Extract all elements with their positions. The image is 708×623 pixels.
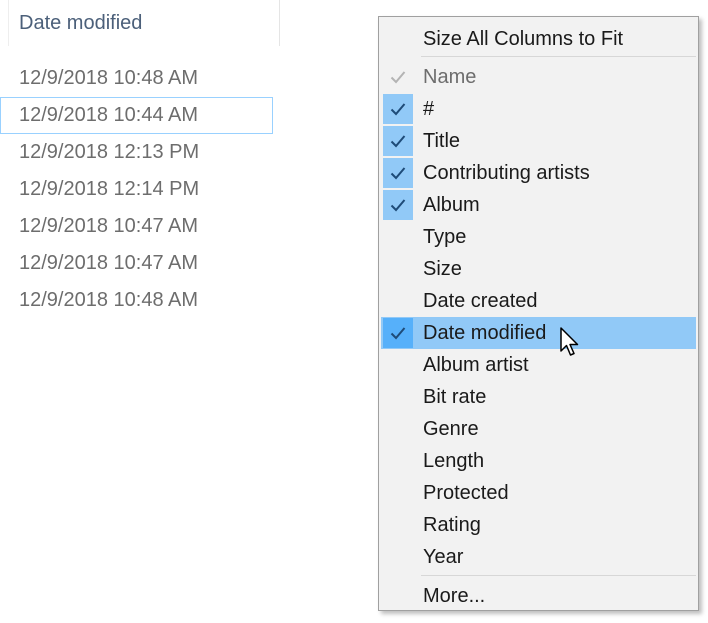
menu-item-label: More... (423, 585, 486, 607)
menu-item-label: Contributing artists (423, 162, 590, 184)
list-item-focused[interactable]: 12/9/2018 10:44 AM (0, 97, 273, 134)
menu-item-label: Title (423, 130, 461, 152)
menu-item-title[interactable]: Title (381, 125, 696, 157)
list-item[interactable]: 12/9/2018 12:14 PM (0, 171, 280, 208)
menu-item-number[interactable]: # (381, 93, 696, 125)
explorer-view: Date modified 12/9/2018 10:48 AM 12/9/20… (0, 0, 708, 623)
check-icon (383, 94, 413, 124)
menu-item-label: Size All Columns to Fit (423, 28, 624, 50)
menu-item-rating[interactable]: Rating (381, 509, 696, 541)
menu-item-type[interactable]: Type (381, 221, 696, 253)
menu-item-label: Year (423, 546, 464, 568)
list-item[interactable]: 12/9/2018 10:47 AM (0, 208, 280, 245)
menu-item-date-created[interactable]: Date created (381, 285, 696, 317)
menu-item-genre[interactable]: Genre (381, 413, 696, 445)
check-icon (383, 126, 413, 156)
date-modified-value: 12/9/2018 12:14 PM (19, 178, 200, 200)
file-list: 12/9/2018 10:48 AM 12/9/2018 10:44 AM 12… (0, 60, 280, 319)
date-modified-value: 12/9/2018 10:47 AM (19, 215, 199, 237)
menu-item-album-artist[interactable]: Album artist (381, 349, 696, 381)
menu-item-album[interactable]: Album (381, 189, 696, 221)
menu-item-more[interactable]: More... (381, 580, 696, 612)
menu-separator (421, 56, 696, 57)
list-item[interactable]: 12/9/2018 12:13 PM (0, 134, 280, 171)
menu-item-size[interactable]: Size (381, 253, 696, 285)
list-item[interactable]: 12/9/2018 10:47 AM (0, 245, 280, 282)
menu-item-label: Bit rate (423, 386, 487, 408)
date-modified-value: 12/9/2018 10:48 AM (19, 67, 199, 89)
menu-item-bit-rate[interactable]: Bit rate (381, 381, 696, 413)
menu-item-label: Album artist (423, 354, 529, 376)
menu-item-label: Date modified (423, 322, 547, 344)
menu-item-label: Name (423, 66, 477, 88)
list-item[interactable]: 12/9/2018 10:48 AM (0, 282, 280, 319)
menu-item-label: # (423, 98, 435, 120)
list-item[interactable]: 12/9/2018 10:48 AM (0, 60, 280, 97)
check-icon (383, 158, 413, 188)
date-modified-value: 12/9/2018 12:13 PM (19, 141, 200, 163)
menu-item-size-all-columns[interactable]: Size All Columns to Fit (381, 23, 696, 55)
menu-item-length[interactable]: Length (381, 445, 696, 477)
menu-item-label: Type (423, 226, 467, 248)
menu-item-contributing-artists[interactable]: Contributing artists (381, 157, 696, 189)
menu-item-label: Size (423, 258, 462, 280)
menu-item-date-modified[interactable]: Date modified (381, 317, 696, 349)
check-icon (383, 318, 413, 348)
menu-item-name: Name (381, 61, 696, 93)
menu-item-label: Rating (423, 514, 481, 536)
menu-item-label: Genre (423, 418, 479, 440)
column-context-menu: Size All Columns to Fit Name # Title Con… (378, 16, 699, 611)
menu-item-label: Protected (423, 482, 509, 504)
column-header-label: Date modified (19, 12, 143, 34)
column-divider[interactable] (8, 0, 9, 46)
menu-item-label: Date created (423, 290, 538, 312)
menu-separator (421, 575, 696, 576)
menu-item-protected[interactable]: Protected (381, 477, 696, 509)
check-icon (383, 190, 413, 220)
date-modified-value: 12/9/2018 10:47 AM (19, 252, 199, 274)
mouse-cursor-icon (560, 327, 579, 356)
date-modified-value: 12/9/2018 10:48 AM (19, 289, 199, 311)
date-modified-value: 12/9/2018 10:44 AM (19, 104, 199, 126)
check-icon (383, 62, 413, 92)
menu-item-label: Album (423, 194, 480, 216)
menu-item-label: Length (423, 450, 485, 472)
menu-item-year[interactable]: Year (381, 541, 696, 573)
column-header-date-modified[interactable]: Date modified (0, 0, 280, 46)
